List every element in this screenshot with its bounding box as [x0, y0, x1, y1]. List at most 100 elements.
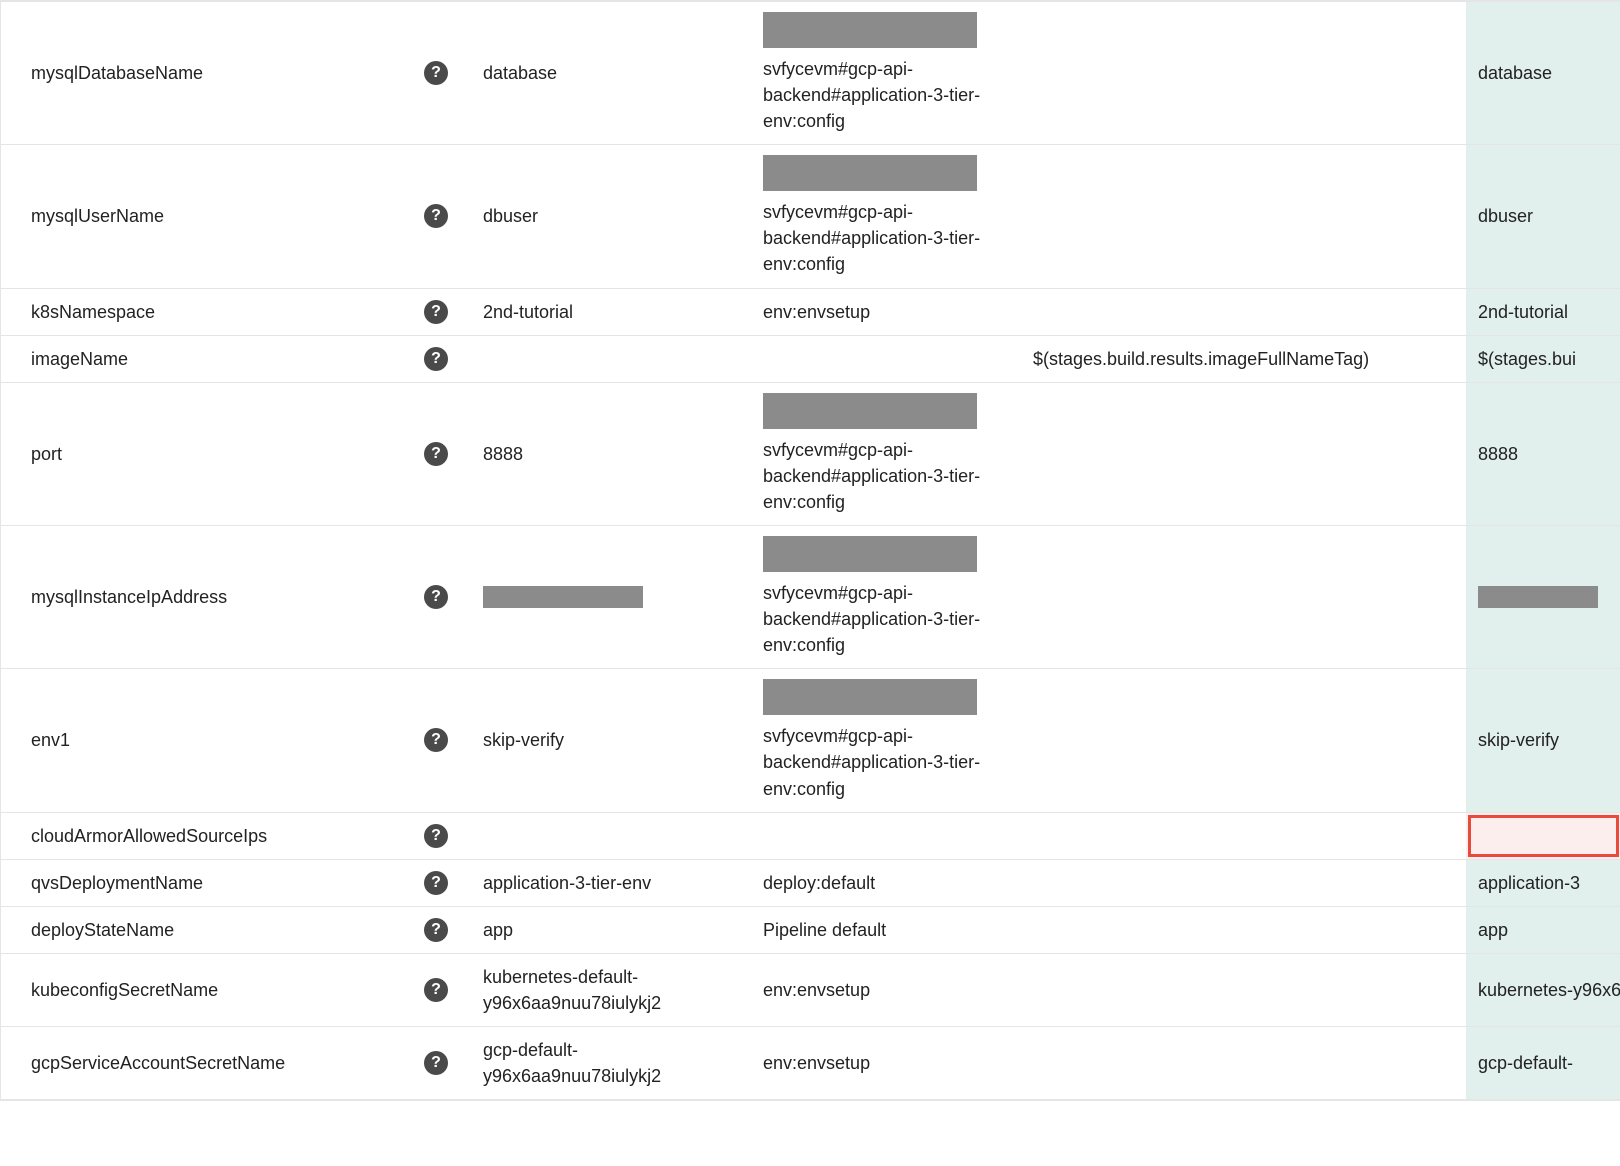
override-value — [1021, 907, 1466, 953]
source-value-text: Pipeline default — [763, 917, 1009, 943]
help-icon[interactable]: ? — [424, 728, 448, 752]
param-name: k8sNamespace — [1, 289, 401, 335]
final-value-text: app — [1478, 917, 1609, 943]
help-cell: ? — [401, 383, 471, 525]
final-value: 8888 — [1466, 383, 1620, 525]
final-value: database — [1466, 2, 1620, 144]
default-value: 2nd-tutorial — [471, 289, 751, 335]
help-icon[interactable]: ? — [424, 824, 448, 848]
final-value-text: $(stages.bui — [1478, 346, 1609, 372]
source-value-text: env:envsetup — [763, 299, 1009, 325]
masked-value — [763, 393, 977, 429]
masked-value — [483, 586, 643, 608]
default-value-text: app — [483, 917, 739, 943]
source-value: env:envsetup — [751, 954, 1021, 1026]
source-value: env:envsetup — [751, 1027, 1021, 1099]
param-name: mysqlInstanceIpAddress — [1, 526, 401, 668]
final-value: app — [1466, 907, 1620, 953]
final-value: gcp-default- — [1466, 1027, 1620, 1099]
masked-value — [1478, 586, 1598, 608]
source-value: svfycevm#gcp-api-backend#application-3-t… — [751, 383, 1021, 525]
default-value-text: gcp-default-y96x6aa9nuu78iulykj2 — [483, 1037, 739, 1089]
final-value-text: skip-verify — [1478, 727, 1609, 753]
help-cell: ? — [401, 526, 471, 668]
final-value-text: 2nd-tutorial — [1478, 299, 1609, 325]
default-value-text: skip-verify — [483, 727, 739, 753]
masked-value — [763, 155, 977, 191]
param-name: mysqlUserName — [1, 145, 401, 287]
default-value-text: dbuser — [483, 203, 739, 229]
default-value: dbuser — [471, 145, 751, 287]
source-value: svfycevm#gcp-api-backend#application-3-t… — [751, 145, 1021, 287]
help-icon[interactable]: ? — [424, 442, 448, 466]
help-icon[interactable]: ? — [424, 918, 448, 942]
source-value-text: env:envsetup — [763, 1050, 1009, 1076]
table-row: imageName?$(stages.build.results.imageFu… — [1, 336, 1619, 383]
help-icon[interactable]: ? — [424, 871, 448, 895]
param-name-text: deployStateName — [31, 917, 389, 943]
table-row: port?8888svfycevm#gcp-api-backend#applic… — [1, 383, 1619, 526]
default-value-text: kubernetes-default-y96x6aa9nuu78iulykj2 — [483, 964, 739, 1016]
source-value-text: svfycevm#gcp-api-backend#application-3-t… — [763, 199, 1009, 277]
param-name: gcpServiceAccountSecretName — [1, 1027, 401, 1099]
param-name-text: mysqlInstanceIpAddress — [31, 584, 389, 610]
help-cell: ? — [401, 289, 471, 335]
param-name-text: k8sNamespace — [31, 299, 389, 325]
help-icon[interactable]: ? — [424, 1051, 448, 1075]
param-name: deployStateName — [1, 907, 401, 953]
override-value — [1021, 860, 1466, 906]
param-name: mysqlDatabaseName — [1, 2, 401, 144]
help-cell: ? — [401, 860, 471, 906]
param-name-text: kubeconfigSecretName — [31, 977, 389, 1003]
final-value — [1466, 526, 1620, 668]
table-row: kubeconfigSecretName? kubernetes-default-… — [1, 954, 1619, 1027]
override-value — [1021, 954, 1466, 1026]
help-icon[interactable]: ? — [424, 978, 448, 1002]
table-row: mysqlInstanceIpAddress? svfycevm#gcp-api-… — [1, 526, 1619, 669]
default-value: skip-verify — [471, 669, 751, 811]
table-row: qvsDeploymentName? application-3-tier-env… — [1, 860, 1619, 907]
table-row: k8sNamespace? 2nd-tutorial env:envsetup 2nd… — [1, 289, 1619, 336]
help-icon[interactable]: ? — [424, 347, 448, 371]
final-value — [1466, 813, 1620, 859]
default-value: application-3-tier-env — [471, 860, 751, 906]
final-value: skip-verify — [1466, 669, 1620, 811]
masked-value — [763, 12, 977, 48]
help-icon[interactable]: ? — [424, 204, 448, 228]
parameters-table: mysqlDatabaseName?databasesvfycevm#gcp-a… — [0, 0, 1620, 1101]
source-value: svfycevm#gcp-api-backend#application-3-t… — [751, 669, 1021, 811]
help-icon[interactable]: ? — [424, 585, 448, 609]
default-value: database — [471, 2, 751, 144]
override-value — [1021, 526, 1466, 668]
final-value: dbuser — [1466, 145, 1620, 287]
source-value: Pipeline default — [751, 907, 1021, 953]
default-value: app — [471, 907, 751, 953]
param-name-text: cloudArmorAllowedSourceIps — [31, 823, 389, 849]
default-value: gcp-default-y96x6aa9nuu78iulykj2 — [471, 1027, 751, 1099]
help-icon[interactable]: ? — [424, 300, 448, 324]
help-icon[interactable]: ? — [424, 61, 448, 85]
default-value — [471, 336, 751, 382]
help-cell: ? — [401, 954, 471, 1026]
override-value-text: $(stages.build.results.imageFullNameTag) — [1033, 346, 1454, 372]
param-name: qvsDeploymentName — [1, 860, 401, 906]
missing-highlight-box — [1468, 815, 1619, 857]
table-row: cloudArmorAllowedSourceIps? — [1, 813, 1619, 860]
help-cell: ? — [401, 813, 471, 859]
param-name: cloudArmorAllowedSourceIps — [1, 813, 401, 859]
table-row: gcpServiceAccountSecretName? gcp-default-… — [1, 1027, 1619, 1100]
override-value — [1021, 813, 1466, 859]
help-cell: ? — [401, 336, 471, 382]
help-cell: ? — [401, 2, 471, 144]
final-value-text: application-3 — [1478, 870, 1609, 896]
help-cell: ? — [401, 145, 471, 287]
source-value: svfycevm#gcp-api-backend#application-3-t… — [751, 526, 1021, 668]
default-value — [471, 813, 751, 859]
source-value-text: svfycevm#gcp-api-backend#application-3-t… — [763, 580, 1009, 658]
override-value — [1021, 289, 1466, 335]
source-value: deploy:default — [751, 860, 1021, 906]
table-row: env1?skip-verifysvfycevm#gcp-api-backend… — [1, 669, 1619, 812]
help-cell: ? — [401, 907, 471, 953]
source-value — [751, 336, 1021, 382]
masked-value — [763, 536, 977, 572]
